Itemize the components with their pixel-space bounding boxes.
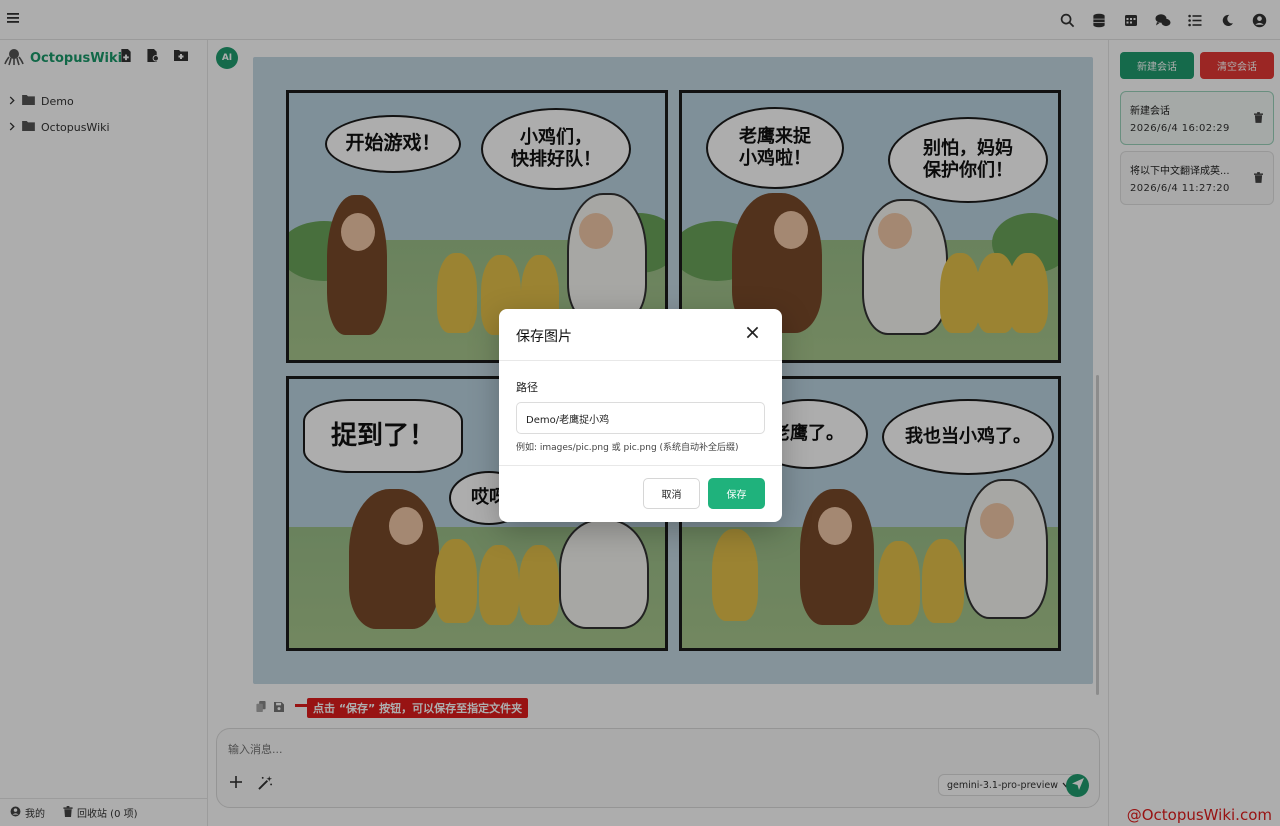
- path-hint: 例如: images/pic.png 或 pic.png (系统自动补全后缀): [516, 443, 739, 453]
- dialog-title: 保存图片: [516, 329, 572, 345]
- close-icon[interactable]: [746, 326, 762, 342]
- path-label: 路径: [516, 381, 538, 394]
- path-input[interactable]: [516, 402, 765, 434]
- save-image-dialog: 保存图片 路径 例如: images/pic.png 或 pic.png (系统…: [499, 309, 782, 522]
- save-button[interactable]: 保存: [708, 478, 765, 509]
- cancel-button[interactable]: 取消: [643, 478, 700, 509]
